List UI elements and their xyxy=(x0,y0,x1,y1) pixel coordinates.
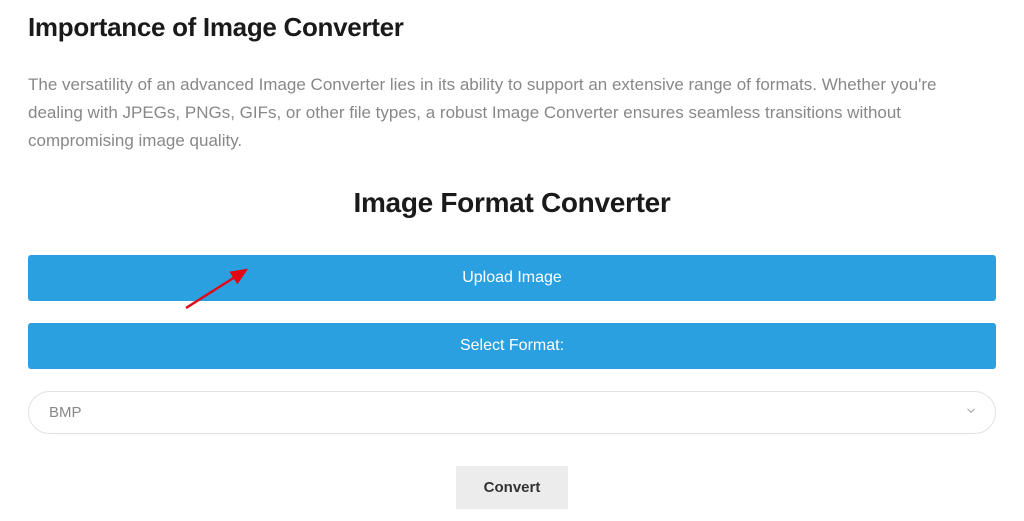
select-format-label: Select Format: xyxy=(28,323,996,369)
upload-image-button[interactable]: Upload Image xyxy=(28,255,996,301)
section-heading: Importance of Image Converter xyxy=(28,12,996,43)
convert-button[interactable]: Convert xyxy=(456,466,569,509)
section-description: The versatility of an advanced Image Con… xyxy=(28,71,996,155)
tool-heading: Image Format Converter xyxy=(28,187,996,219)
format-select[interactable]: BMP xyxy=(28,391,996,434)
format-select-wrap: BMP xyxy=(28,391,996,434)
